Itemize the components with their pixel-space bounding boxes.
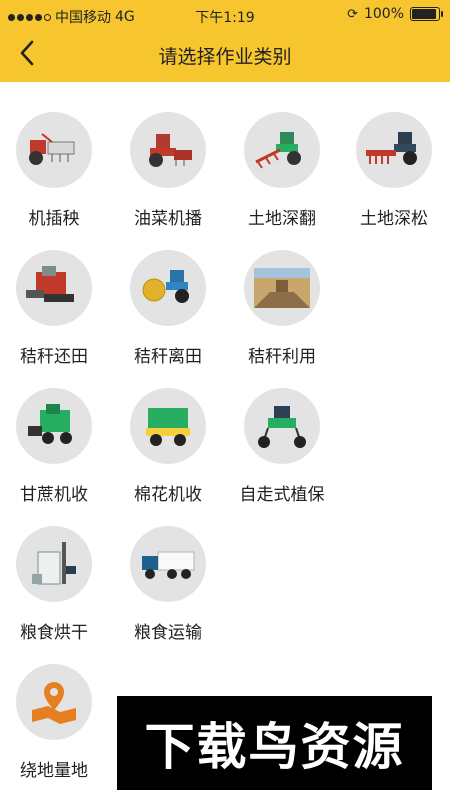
watermark-banner: 下载鸟资源: [117, 696, 432, 790]
category-label: 土地深翻: [248, 209, 316, 229]
deep-plough-icon: [255, 132, 301, 169]
cotton-harvester-icon: [146, 408, 190, 446]
battery-percent: 100%: [363, 6, 404, 22]
category-label: 粮食烘干: [20, 623, 88, 643]
straw-utilization-icon: [254, 268, 310, 308]
category-item-sugarcane-harvesting[interactable]: 甘蔗机收: [0, 376, 112, 511]
category-item-rice-transplanting[interactable]: 机插秧: [0, 100, 112, 235]
category-label: 甘蔗机收: [20, 485, 88, 505]
page-title: 请选择作业类别: [158, 46, 292, 68]
orientation-lock-icon: ⟳: [347, 6, 358, 22]
grain-dryer-icon: [32, 542, 76, 585]
subsoiler-icon: [366, 132, 417, 165]
category-label: 棉花机收: [134, 485, 202, 505]
category-label: 粮食运输: [134, 623, 202, 643]
category-item-deep-ploughing[interactable]: 土地深翻: [228, 100, 340, 235]
category-label: 秸秆利用: [248, 347, 316, 367]
category-item-rapeseed-seeding[interactable]: 油菜机播: [114, 100, 226, 235]
map-pin-icon: [32, 682, 76, 724]
category-item-self-propelled-spraying[interactable]: 自走式植保: [228, 376, 340, 511]
grain-truck-icon: [142, 551, 195, 579]
battery-icon: [410, 7, 443, 21]
rapeseed-seeder-icon: [149, 134, 192, 167]
status-bar: 中国移动 4G 下午1:19 ⟳ 100%: [0, 0, 450, 30]
category-item-straw-return[interactable]: 秸秆还田: [0, 238, 112, 373]
category-label: 绕地量地: [20, 761, 88, 781]
category-item-cotton-harvesting[interactable]: 棉花机收: [114, 376, 226, 511]
category-label: 土地深松: [360, 209, 428, 229]
app-header: 中国移动 4G 下午1:19 ⟳ 100% 请选择作业类别: [0, 0, 450, 82]
category-label: 机插秧: [28, 209, 80, 229]
straw-baler-icon: [142, 270, 189, 303]
straw-return-harvester-icon: [26, 266, 74, 302]
sugarcane-harvester-icon: [28, 404, 72, 444]
self-propelled-sprayer-icon: [258, 406, 306, 448]
category-item-straw-utilization[interactable]: 秸秆利用: [228, 238, 340, 373]
category-item-grain-drying[interactable]: 粮食烘干: [0, 514, 112, 649]
rice-transplanter-icon: [29, 133, 75, 165]
category-label: 油菜机播: [134, 209, 202, 229]
category-item-grain-transport[interactable]: 粮食运输: [114, 514, 226, 649]
category-item-field-measurement[interactable]: 绕地量地: [0, 652, 112, 787]
category-label: 秸秆离田: [134, 347, 202, 367]
category-item-straw-removal[interactable]: 秸秆离田: [114, 238, 226, 373]
category-label: 秸秆还田: [20, 347, 88, 367]
category-label: 自走式植保: [239, 485, 325, 505]
category-item-subsoiling[interactable]: 土地深松: [340, 100, 450, 235]
